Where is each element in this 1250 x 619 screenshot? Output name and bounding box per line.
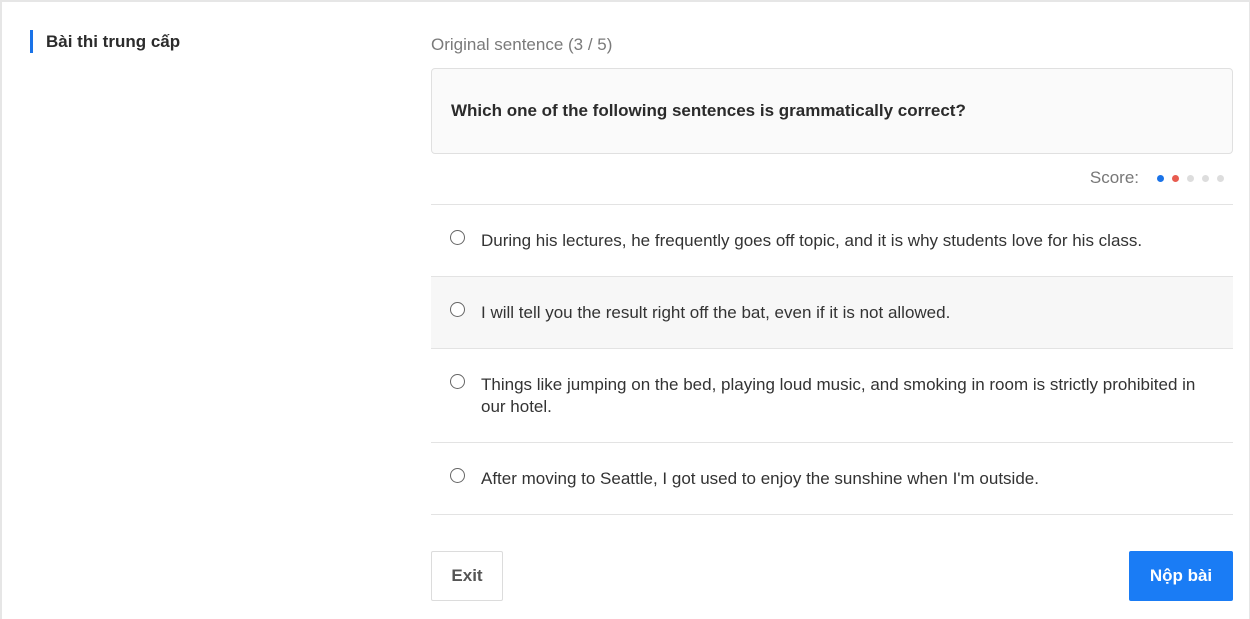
submit-button[interactable]: Nộp bài — [1129, 551, 1233, 601]
question-progress-label: Original sentence (3 / 5) — [431, 35, 613, 54]
radio-unchecked-icon[interactable] — [450, 230, 465, 245]
score-label: Score: — [1089, 168, 1139, 187]
question-prompt: Which one of the following sentences is … — [451, 101, 966, 120]
exit-button[interactable]: Exit — [431, 551, 503, 601]
radio-unchecked-icon[interactable] — [450, 468, 465, 483]
radio-unchecked-icon[interactable] — [450, 302, 465, 317]
score-dot — [1157, 174, 1164, 182]
answer-option-text: After moving to Seattle, I got used to e… — [481, 469, 1039, 488]
answer-options: During his lectures, he frequently goes … — [431, 204, 1233, 515]
score-indicator: Score: — [1090, 168, 1224, 188]
answer-option-text: Things like jumping on the bed, playing … — [481, 375, 1196, 416]
answer-option-4[interactable]: After moving to Seattle, I got used to e… — [431, 443, 1233, 515]
answer-option-1[interactable]: During his lectures, he frequently goes … — [431, 205, 1233, 277]
score-dot — [1202, 174, 1209, 182]
sidebar-test-title: Bài thi trung cấp — [30, 30, 180, 53]
answer-option-3[interactable]: Things like jumping on the bed, playing … — [431, 349, 1233, 443]
page-frame: Bài thi trung cấp Original sentence (3 /… — [0, 0, 1250, 619]
score-dot — [1187, 174, 1194, 182]
answer-option-text: I will tell you the result right off the… — [481, 303, 951, 322]
answer-option-2[interactable]: I will tell you the result right off the… — [431, 277, 1233, 349]
question-prompt-box: Which one of the following sentences is … — [431, 68, 1233, 154]
score-dot — [1172, 174, 1179, 182]
answer-option-text: During his lectures, he frequently goes … — [481, 231, 1143, 250]
radio-unchecked-icon[interactable] — [450, 374, 465, 389]
score-dot — [1217, 174, 1224, 182]
